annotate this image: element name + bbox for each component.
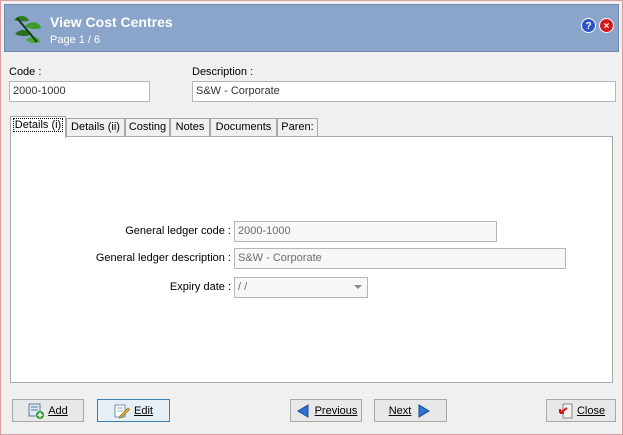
expiry-date-value: / / [238, 281, 248, 293]
gl-description-label: General ledger description : [95, 252, 231, 264]
gl-code-field[interactable]: 2000-1000 [234, 221, 497, 242]
help-icon[interactable]: ? [581, 18, 596, 33]
previous-button-label: Previous [314, 404, 358, 417]
edit-pencil-icon [114, 404, 131, 418]
window-title: View Cost Centres [50, 14, 173, 30]
previous-button[interactable]: Previous [290, 399, 362, 422]
next-button[interactable]: Next [374, 399, 447, 422]
expiry-date-label: Expiry date : [169, 281, 231, 293]
view-cost-centres-window: View Cost Centres Page 1 / 6 ? × Code : … [0, 0, 623, 435]
arrow-right-icon [418, 403, 431, 418]
tab-documents[interactable]: Documents [210, 118, 277, 137]
gl-code-label: General ledger code : [125, 225, 231, 237]
close-button[interactable]: Close [546, 399, 616, 422]
close-icon[interactable]: × [599, 18, 614, 33]
app-logo-icon [11, 12, 43, 46]
next-button-label: Next [388, 404, 412, 417]
details-panel: General ledger code : 2000-1000 General … [10, 136, 613, 383]
description-field[interactable]: S&W - Corporate [192, 81, 616, 102]
tab-label: Details (i) [12, 118, 64, 132]
exit-door-icon [558, 403, 573, 418]
add-record-icon [28, 403, 45, 419]
tab-parent[interactable]: Paren: [277, 118, 318, 137]
add-button[interactable]: Add [12, 399, 84, 422]
tab-details-ii[interactable]: Details (ii) [66, 118, 125, 137]
tab-label: Notes [175, 121, 205, 133]
tab-notes[interactable]: Notes [170, 118, 210, 137]
page-indicator: Page 1 / 6 [50, 34, 101, 46]
title-bar: View Cost Centres Page 1 / 6 ? × [4, 4, 619, 52]
tab-label: Paren: [281, 121, 314, 133]
add-button-label: Add [48, 404, 68, 417]
tab-costing[interactable]: Costing [125, 118, 170, 137]
close-button-label: Close [576, 404, 606, 417]
chevron-down-icon[interactable] [354, 285, 362, 289]
code-field[interactable]: 2000-1000 [9, 81, 150, 102]
tab-label: Costing [128, 121, 167, 133]
edit-button-label: Edit [134, 404, 153, 417]
code-label: Code : [9, 66, 42, 78]
tab-label: Details (ii) [71, 121, 120, 133]
description-label: Description : [192, 66, 254, 78]
arrow-left-icon [296, 403, 309, 418]
tab-label: Documents [215, 121, 272, 133]
expiry-date-picker[interactable]: / / [234, 277, 368, 298]
gl-description-field[interactable]: S&W - Corporate [234, 248, 566, 269]
tab-details-i[interactable]: Details (i) [10, 116, 66, 138]
edit-button[interactable]: Edit [97, 399, 170, 422]
